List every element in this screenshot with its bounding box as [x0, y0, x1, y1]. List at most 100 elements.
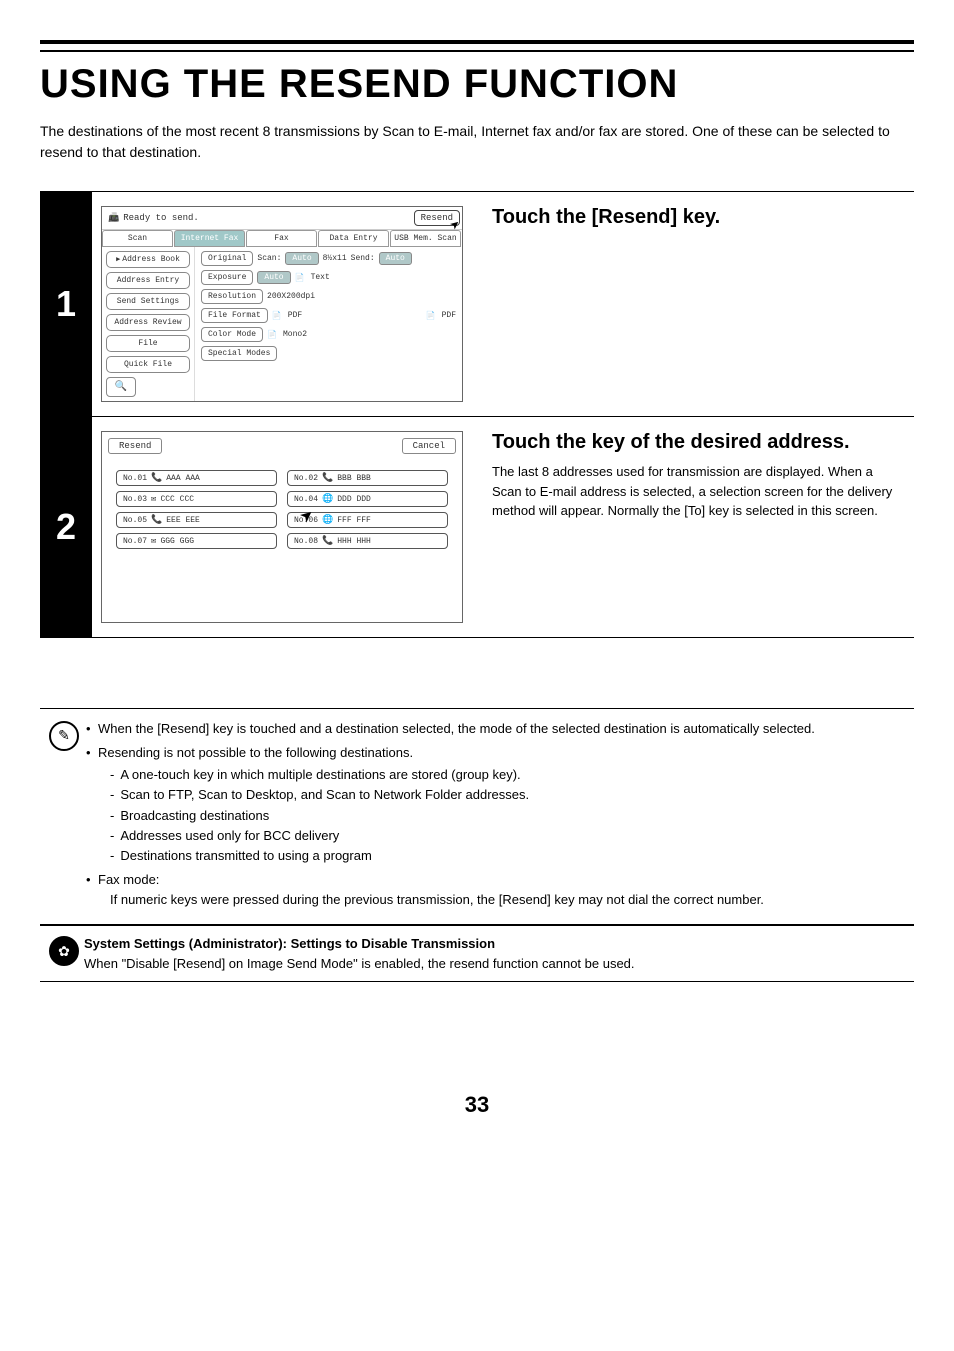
pencil-icon: ✎ [49, 721, 79, 751]
note-sub-5: Destinations transmitted to using a prog… [110, 846, 809, 866]
dest-no: No.03 [123, 495, 147, 504]
note-sub-2: Scan to FTP, Scan to Desktop, and Scan t… [110, 785, 809, 805]
admin-title: System Settings (Administrator): Setting… [84, 934, 910, 954]
note-sub-1: A one-touch key in which multiple destin… [110, 765, 809, 785]
left-button-column: Address Book Address Entry Send Settings… [102, 247, 195, 401]
scan-label: Scan: [257, 254, 281, 263]
admin-note: ✿ System Settings (Administrator): Setti… [40, 925, 914, 982]
tab-internet-fax[interactable]: Internet Fax [174, 230, 245, 247]
page-title: USING THE RESEND FUNCTION [40, 62, 914, 107]
dest-02[interactable]: No.02 📞 BBB BBB [287, 470, 448, 486]
address-review-button[interactable]: Address Review [106, 314, 190, 331]
dest-name: FFF FFF [337, 516, 371, 525]
pdf-icon-1 [272, 311, 284, 321]
resend-button[interactable]: Resend ➤ [414, 210, 460, 226]
exposure-mode: Text [311, 273, 330, 282]
cancel-button[interactable]: Cancel [402, 438, 456, 454]
mode-tabs: Scan Internet Fax Fax Data Entry USB Mem… [102, 230, 462, 247]
send-auto[interactable]: Auto [379, 252, 412, 265]
scan-auto[interactable]: Auto [285, 252, 318, 265]
globe-icon: 🌐 [322, 494, 333, 504]
address-entry-button[interactable]: Address Entry [106, 272, 190, 289]
format-v1: PDF [288, 311, 302, 320]
mail-icon: ✉ [151, 536, 156, 546]
step-2-screenshot: Resend Cancel No.01📞AAA AAA No.02📞BBB BB… [92, 417, 472, 637]
special-modes-button[interactable]: Special Modes [201, 346, 277, 361]
gear-icon: ✿ [49, 936, 79, 966]
dest-name: BBB BBB [337, 474, 371, 483]
tab-scan[interactable]: Scan [102, 230, 173, 247]
note-bullet-2: Resending is not possible to the followi… [86, 743, 815, 866]
step-number-2: 2 [40, 417, 92, 637]
step-2-body: The last 8 addresses used for transmissi… [492, 462, 906, 521]
step-1: 1 Ready to send. Resend ➤ Scan Internet … [40, 192, 914, 416]
exposure-button[interactable]: Exposure [201, 270, 253, 285]
title-rule [40, 40, 914, 52]
dest-no: No.05 [123, 516, 147, 525]
send-label: Send: [351, 254, 375, 263]
step-2: 2 Resend Cancel No.01📞AAA AAA No.02📞BBB … [40, 416, 914, 637]
note-bullet-3-label: Fax mode: [98, 872, 159, 887]
note-icon-wrapper: ✎ [44, 719, 84, 914]
note-sub-3: Broadcasting destinations [110, 806, 809, 826]
resend-title: Resend [108, 438, 162, 454]
dest-name: HHH HHH [337, 537, 371, 546]
dest-name: AAA AAA [166, 474, 200, 483]
info-note: ✎ When the [Resend] key is touched and a… [40, 708, 914, 925]
color-value: Mono2 [283, 330, 307, 339]
step-number-1: 1 [40, 192, 92, 416]
intro-paragraph: The destinations of the most recent 8 tr… [40, 121, 914, 163]
globe-icon: 🌐 [322, 515, 333, 525]
dest-name: CCC CCC [160, 495, 194, 504]
resolution-button[interactable]: Resolution [201, 289, 263, 304]
steps-section: 1 Ready to send. Resend ➤ Scan Internet … [40, 191, 914, 638]
send-settings-button[interactable]: Send Settings [106, 293, 190, 310]
destination-list: No.01📞AAA AAA No.02📞BBB BBB No.03✉CCC CC… [102, 460, 462, 559]
send-screen: Ready to send. Resend ➤ Scan Internet Fa… [101, 206, 463, 402]
dest-no: No.01 [123, 474, 147, 483]
step-1-screenshot: Ready to send. Resend ➤ Scan Internet Fa… [92, 192, 472, 416]
file-format-button[interactable]: File Format [201, 308, 268, 323]
note-bullet-2-text: Resending is not possible to the followi… [98, 745, 413, 760]
preview-button[interactable]: 🔍 [106, 377, 136, 397]
mail-icon: ✉ [151, 494, 156, 504]
dest-07[interactable]: No.07✉GGG GGG [116, 533, 277, 549]
note-sub-4: Addresses used only for BCC delivery [110, 826, 809, 846]
resend-screen: Resend Cancel No.01📞AAA AAA No.02📞BBB BB… [101, 431, 463, 623]
dest-08[interactable]: No.08 📞 HHH HHH [287, 533, 448, 549]
status-text: Ready to send. [108, 213, 199, 223]
dest-03[interactable]: No.03 ✉ CCC CCC [116, 491, 277, 507]
dest-05[interactable]: No.05📞EEE EEE [116, 512, 277, 528]
note-bullet-3-text: If numeric keys were pressed during the … [98, 890, 815, 910]
preview-icon: 🔍 [115, 381, 127, 393]
address-book-button[interactable]: Address Book [106, 251, 190, 268]
step-1-heading: Touch the [Resend] key. [492, 206, 906, 229]
mono-icon [267, 330, 279, 340]
dest-no: No.04 [294, 495, 318, 504]
dest-name: GGG GGG [160, 537, 194, 546]
dest-01[interactable]: No.01📞AAA AAA [116, 470, 277, 486]
dest-name: DDD DDD [337, 495, 371, 504]
original-button[interactable]: Original [201, 251, 253, 266]
dest-no: No.08 [294, 537, 318, 546]
scan-size: 8½x11 [323, 254, 347, 263]
tab-data-entry[interactable]: Data Entry [318, 230, 389, 247]
file-button[interactable]: File [106, 335, 190, 352]
dest-no: No.02 [294, 474, 318, 483]
phone-icon: 📞 [151, 515, 162, 525]
note-body: When the [Resend] key is touched and a d… [84, 719, 821, 914]
tab-fax[interactable]: Fax [246, 230, 317, 247]
dest-04[interactable]: No.04 🌐 DDD DDD [287, 491, 448, 507]
color-mode-button[interactable]: Color Mode [201, 327, 263, 342]
quick-file-button[interactable]: Quick File [106, 356, 190, 373]
admin-body-text: When "Disable [Resend] on Image Send Mod… [84, 954, 910, 974]
resolution-value: 200X200dpi [267, 292, 315, 301]
admin-icon-wrapper: ✿ [44, 934, 84, 973]
phone-icon: 📞 [322, 536, 333, 546]
step-2-heading: Touch the key of the desired address. [492, 431, 906, 454]
tab-usb-mem[interactable]: USB Mem. Scan [390, 230, 461, 247]
page-number: 33 [40, 1092, 914, 1118]
note-bullet-1: When the [Resend] key is touched and a d… [86, 719, 815, 739]
exposure-auto[interactable]: Auto [257, 271, 290, 284]
phone-icon: 📞 [322, 473, 333, 483]
